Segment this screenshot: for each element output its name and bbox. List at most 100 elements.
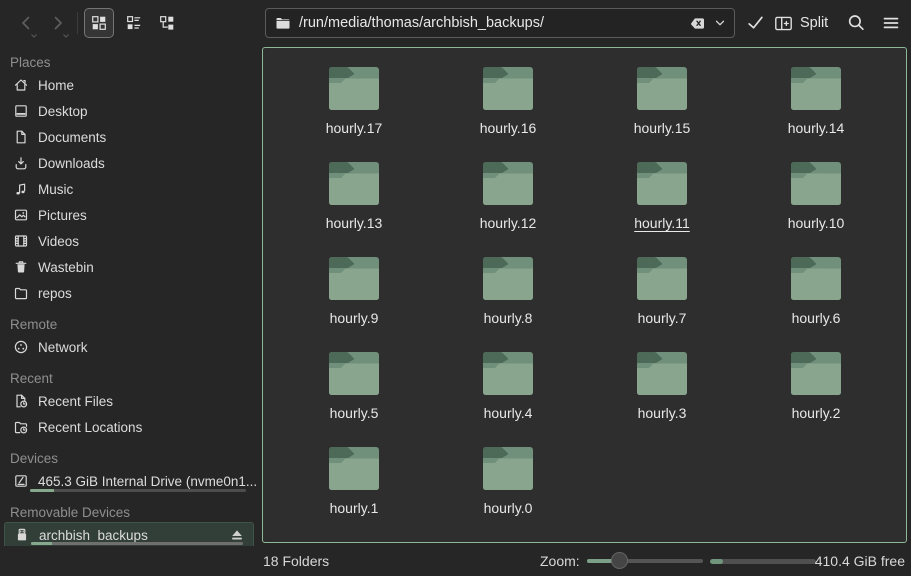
folder-icon — [637, 159, 687, 205]
usb-icon — [14, 527, 30, 543]
folder-icon — [329, 64, 379, 110]
sidebar-item-videos[interactable]: Videos — [0, 228, 258, 254]
location-bar[interactable]: /run/media/thomas/archbish_backups/ — [265, 8, 735, 38]
zoom-label: Zoom: — [540, 546, 580, 576]
split-view-button[interactable]: Split — [768, 8, 834, 38]
forward-icon — [49, 14, 67, 32]
tree-view-button[interactable] — [152, 8, 182, 38]
sidebar-section-header-remote: Remote — [0, 314, 258, 334]
location-dropdown-button[interactable] — [713, 16, 727, 30]
sidebar-item-repos[interactable]: repos — [0, 280, 258, 306]
folder-view[interactable]: hourly.17 hourly.16 hourly.15 hourly.14 … — [262, 47, 907, 543]
sidebar-item-recent-locations[interactable]: Recent Locations — [0, 414, 258, 440]
back-icon — [17, 14, 35, 32]
sidebar-item-label: Pictures — [38, 208, 87, 223]
capacity-bar-fill — [710, 559, 723, 564]
sidebar-item-documents[interactable]: Documents — [0, 124, 258, 150]
clear-icon — [690, 17, 705, 30]
compact-view-button[interactable] — [119, 8, 149, 38]
folder-item-hourly-1[interactable]: hourly.1 — [277, 444, 431, 539]
folder-item-hourly-5[interactable]: hourly.5 — [277, 349, 431, 444]
pictures-icon — [13, 207, 29, 223]
folder-icon — [483, 64, 533, 110]
sidebar-item-downloads[interactable]: Downloads — [0, 150, 258, 176]
split-view-icon — [774, 14, 793, 33]
folder-icon — [637, 349, 687, 395]
folder-item-hourly-0[interactable]: hourly.0 — [431, 444, 585, 539]
toolbar-separator — [77, 12, 78, 34]
eject-icon — [229, 527, 245, 543]
documents-icon — [13, 129, 29, 145]
sidebar-item-label: 465.3 GiB Internal Drive (nvme0n1... — [38, 474, 257, 489]
sidebar-item-desktop[interactable]: Desktop — [0, 98, 258, 124]
checkmark-icon — [746, 13, 765, 32]
folder-grid: hourly.17 hourly.16 hourly.15 hourly.14 … — [263, 48, 906, 539]
folder-item-hourly-17[interactable]: hourly.17 — [277, 64, 431, 159]
home-icon — [13, 77, 29, 93]
folder-item-hourly-4[interactable]: hourly.4 — [431, 349, 585, 444]
icons-view-icon — [91, 15, 107, 31]
folder-item-hourly-2[interactable]: hourly.2 — [739, 349, 893, 444]
folder-icon — [329, 159, 379, 205]
free-space-label: 410.4 GiB free — [815, 546, 905, 576]
sidebar-item-network[interactable]: Network — [0, 334, 258, 360]
clear-location-button[interactable] — [690, 17, 705, 30]
folder-item-hourly-3[interactable]: hourly.3 — [585, 349, 739, 444]
confirm-location-button[interactable] — [742, 9, 769, 36]
zoom-slider-handle[interactable] — [611, 552, 628, 569]
location-path[interactable]: /run/media/thomas/archbish_backups/ — [299, 15, 690, 31]
search-button[interactable] — [842, 9, 870, 37]
folder-item-hourly-7[interactable]: hourly.7 — [585, 254, 739, 349]
sidebar-item-recent-files[interactable]: Recent Files — [0, 388, 258, 414]
folder-icon — [637, 64, 687, 110]
sidebar-item-archbish-backups[interactable]: archbish_backups — [4, 522, 254, 546]
recent-files-icon — [13, 393, 29, 409]
folder-item-hourly-8[interactable]: hourly.8 — [431, 254, 585, 349]
menu-button[interactable] — [876, 9, 906, 37]
folder-label: hourly.11 — [634, 215, 690, 231]
downloads-icon — [13, 155, 29, 171]
sidebar-item-label: repos — [38, 286, 72, 301]
folder-item-hourly-15[interactable]: hourly.15 — [585, 64, 739, 159]
desktop-icon — [13, 103, 29, 119]
sidebar-item-home[interactable]: Home — [0, 72, 258, 98]
folder-item-hourly-10[interactable]: hourly.10 — [739, 159, 893, 254]
folder-icon — [637, 254, 687, 300]
repos-icon — [13, 285, 29, 301]
folder-label: hourly.12 — [480, 215, 537, 231]
folder-item-hourly-11[interactable]: hourly.11 — [585, 159, 739, 254]
sidebar-item-wastebin[interactable]: Wastebin — [0, 254, 258, 280]
search-icon — [846, 13, 866, 33]
folder-item-hourly-13[interactable]: hourly.13 — [277, 159, 431, 254]
sidebar-item-music[interactable]: Music — [0, 176, 258, 202]
status-bar: 18 Folders Zoom: 410.4 GiB free — [0, 546, 911, 576]
folder-item-hourly-12[interactable]: hourly.12 — [431, 159, 585, 254]
folder-label: hourly.2 — [792, 405, 841, 421]
folder-icon — [483, 444, 533, 490]
device-capacity-fill — [30, 489, 54, 492]
eject-button[interactable] — [229, 527, 247, 545]
sidebar-item-pictures[interactable]: Pictures — [0, 202, 258, 228]
folder-item-hourly-6[interactable]: hourly.6 — [739, 254, 893, 349]
folder-item-hourly-14[interactable]: hourly.14 — [739, 64, 893, 159]
sidebar-item-label: Music — [38, 182, 73, 197]
folder-item-hourly-16[interactable]: hourly.16 — [431, 64, 585, 159]
folder-label: hourly.14 — [788, 120, 845, 136]
folder-label: hourly.7 — [638, 310, 687, 326]
folder-label: hourly.10 — [788, 215, 845, 231]
folder-item-hourly-9[interactable]: hourly.9 — [277, 254, 431, 349]
hamburger-menu-icon — [881, 14, 901, 32]
folder-icon — [791, 254, 841, 300]
icons-view-button[interactable] — [84, 8, 114, 38]
folder-icon — [483, 159, 533, 205]
wastebin-icon — [13, 259, 29, 275]
folder-label: hourly.15 — [634, 120, 691, 136]
folder-icon — [483, 254, 533, 300]
zoom-slider[interactable] — [587, 559, 703, 563]
sidebar-item-label: Recent Locations — [38, 420, 142, 435]
folder-label: hourly.13 — [326, 215, 383, 231]
forward-history-chevron-icon[interactable] — [62, 33, 70, 39]
music-icon — [13, 181, 29, 197]
back-history-chevron-icon[interactable] — [30, 33, 38, 39]
sidebar-item-465-3-gib-internal-drive-nvme0n1[interactable]: 465.3 GiB Internal Drive (nvme0n1... — [0, 468, 258, 494]
